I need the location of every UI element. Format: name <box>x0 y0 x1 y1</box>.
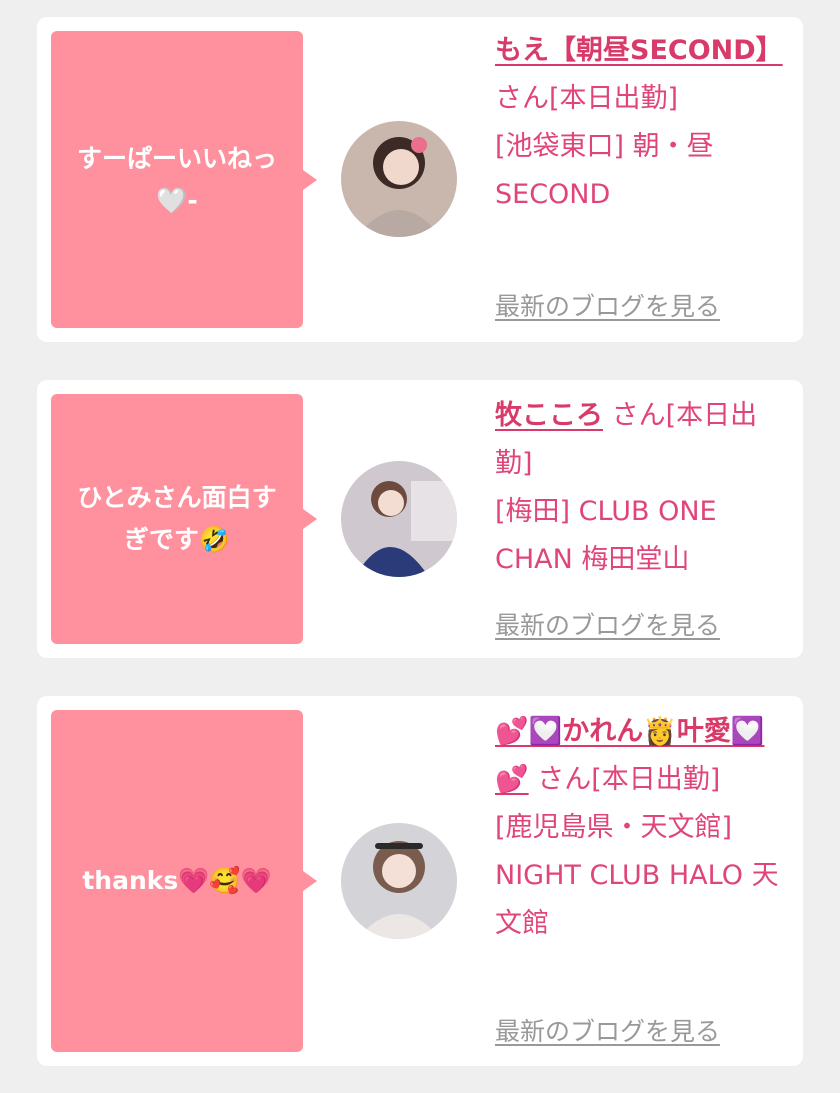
avatar[interactable] <box>341 121 457 237</box>
shop-location: [池袋東口] 朝・昼SECOND <box>495 131 714 210</box>
latest-blog-link[interactable]: 最新のブログを見る <box>495 606 720 642</box>
message-bubble: thanks💗🥰💗 <box>51 710 317 1052</box>
message-bubble: ひとみさん面白すぎです🤣 <box>51 394 317 644</box>
latest-blog-link[interactable]: 最新のブログを見る <box>495 287 720 323</box>
girl-name-link[interactable]: もえ【朝昼SECOND】 <box>495 35 783 66</box>
message-text: ひとみさん面白すぎです🤣 <box>77 483 277 554</box>
avatar[interactable] <box>341 461 457 577</box>
message-bubble: すーぱーいいねっ🤍- <box>51 31 317 328</box>
message-card: すーぱーいいねっ🤍- もえ【朝昼SECOND】 さん[本日出勤] [池袋東口] … <box>37 17 803 342</box>
girl-info: 💕💟かれん👸叶愛💟💕 さん[本日出勤] [鹿児島県・天文館] NIGHT CLU… <box>495 708 785 948</box>
latest-blog-link[interactable]: 最新のブログを見る <box>495 1012 720 1048</box>
message-text: すーぱーいいねっ🤍- <box>76 143 277 215</box>
shop-location: [鹿児島県・天文館] NIGHT CLUB HALO 天文館 <box>495 812 779 939</box>
message-text: thanks💗🥰💗 <box>82 866 272 895</box>
message-card: ひとみさん面白すぎです🤣 牧こころ さん[本日出勤] [梅田] CLUB ONE… <box>37 380 803 658</box>
attendance-status: さん[本日出勤] <box>537 764 721 795</box>
shop-location: [梅田] CLUB ONE CHAN 梅田堂山 <box>495 496 717 575</box>
avatar[interactable] <box>341 823 457 939</box>
girl-info: もえ【朝昼SECOND】 さん[本日出勤] [池袋東口] 朝・昼SECOND <box>495 27 785 219</box>
attendance-status: さん[本日出勤] <box>495 83 679 114</box>
girl-name-link[interactable]: 牧こころ <box>495 400 603 431</box>
message-card: thanks💗🥰💗 💕💟かれん👸叶愛💟💕 さん[本日出勤] [鹿児島県・天文館]… <box>37 696 803 1066</box>
girl-info: 牧こころ さん[本日出勤] [梅田] CLUB ONE CHAN 梅田堂山 <box>495 392 785 584</box>
